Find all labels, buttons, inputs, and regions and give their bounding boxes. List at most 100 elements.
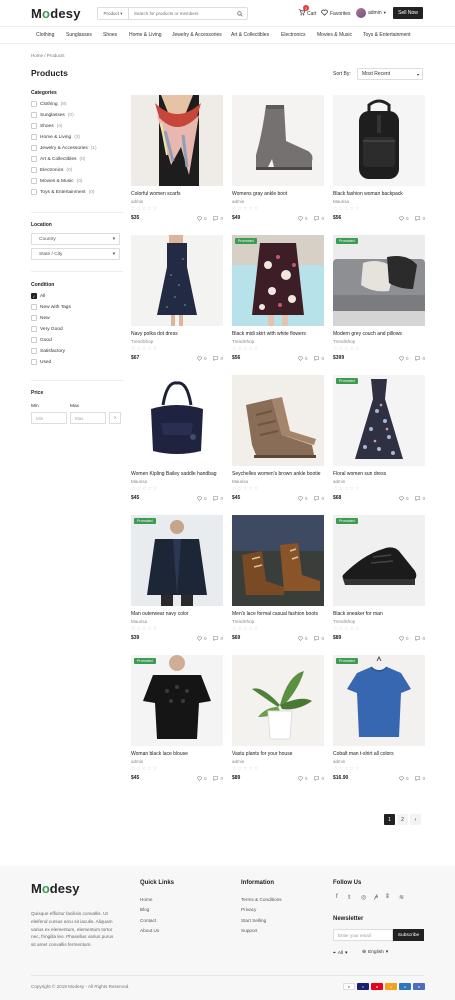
product-card[interactable]: Vastu plants for your house admin ☆☆☆☆☆ $89… [232,655,324,781]
product-image[interactable] [232,375,324,466]
checkbox[interactable] [31,189,37,195]
checkbox[interactable] [31,167,37,173]
comment-icon[interactable] [314,635,320,641]
footer-link-blog[interactable]: Blog [140,907,149,912]
newsletter-email-input[interactable]: Enter your email [333,929,393,941]
checkbox[interactable] [31,304,37,310]
product-image[interactable]: Promoted [333,515,425,606]
price-max-input[interactable]: Max [70,412,106,424]
nav-item-electronics[interactable]: Electronics [281,32,305,38]
nav-item-clothing[interactable]: Clothing [36,32,54,38]
sell-now-button[interactable]: Sell Now [393,7,423,19]
page-1-button[interactable]: 1 [384,814,395,825]
product-image[interactable]: Promoted [333,375,425,466]
product-card[interactable]: Black fashion woman backpack Maurisa ☆☆☆☆☆… [333,95,425,221]
language-select[interactable]: ⊕ English ▾ [362,950,388,955]
checkbox[interactable] [31,348,37,354]
heart-icon[interactable] [197,355,202,361]
cart-link[interactable]: 2 Cart [298,5,316,18]
product-card[interactable]: Women Kipling Bailey saddle handbag Mauri… [131,375,223,501]
region-select[interactable]: ⌖ All ▾ [333,950,347,957]
comment-icon[interactable] [415,635,421,641]
comment-icon[interactable] [213,775,219,781]
heart-icon[interactable] [298,635,303,641]
comment-icon[interactable] [213,495,219,501]
product-card[interactable]: Navy polka dot dress TrendShop ☆☆☆☆☆ $67 0 0 [131,235,223,361]
checkbox[interactable] [31,359,37,365]
product-card[interactable]: Promoted Floral women sun dress admin ☆☆☆☆☆… [333,375,425,501]
product-image[interactable]: Promoted [131,515,223,606]
category-filter-item[interactable]: Sunglasses (0) [31,112,74,118]
heart-icon[interactable] [399,635,404,641]
heart-icon[interactable] [298,215,303,221]
comment-icon[interactable] [415,215,421,221]
search-category-select[interactable]: Product ▾ [98,8,129,19]
checkbox[interactable] [31,145,37,151]
condition-filter-item[interactable]: New [31,315,50,321]
nav-item-sunglasses[interactable]: Sunglasses [66,32,92,38]
product-image[interactable] [232,655,324,746]
product-card[interactable]: Colorful women scarfs admin ☆☆☆☆☆ $35 0 0 [131,95,223,221]
comment-icon[interactable] [314,355,320,361]
checkbox[interactable] [31,326,37,332]
category-filter-item[interactable]: Shoes (4) [31,123,62,129]
heart-icon[interactable] [399,355,404,361]
instagram-icon[interactable]: ◎ [361,894,366,901]
product-title[interactable]: Floral women sun dress [333,471,425,477]
product-image[interactable] [131,95,223,186]
next-page-button[interactable]: › [410,814,421,825]
state-city-select[interactable]: State / City ▾ [31,248,120,260]
comment-icon[interactable] [213,215,219,221]
heart-icon[interactable] [197,495,202,501]
checkbox[interactable] [31,123,37,129]
product-card[interactable]: Promoted Cobalt man t-shirt all colors adm… [333,655,425,781]
product-seller[interactable]: admin [333,479,425,484]
footer-link-start-selling[interactable]: Start Selling [241,918,266,923]
country-select[interactable]: Country ▾ [31,233,120,245]
heart-icon[interactable] [197,775,202,781]
footer-link-support[interactable]: Support [241,928,257,933]
comment-icon[interactable] [314,215,320,221]
footer-link-about[interactable]: About Us [140,928,159,933]
comment-icon[interactable] [314,775,320,781]
checkbox[interactable] [31,156,37,162]
footer-link-terms[interactable]: Terms & Conditions [241,897,282,902]
comment-icon[interactable] [415,355,421,361]
heart-icon[interactable] [197,635,202,641]
product-seller[interactable]: Maurisa [131,479,223,484]
category-filter-item[interactable]: Home & Living (3) [31,134,80,140]
nav-item-toys[interactable]: Toys & Entertainment [363,32,411,38]
category-filter-item[interactable]: Toys & Entertainment (0) [31,189,94,195]
product-seller[interactable]: TrendShop [232,619,324,624]
product-image[interactable] [333,95,425,186]
heart-icon[interactable] [399,495,404,501]
product-seller[interactable]: TrendShop [333,339,425,344]
category-filter-item[interactable]: Jewelry & Accessories (1) [31,145,97,151]
checkbox[interactable] [31,337,37,343]
sort-select[interactable]: Most Recent ▾ [357,68,423,80]
product-image[interactable] [131,235,223,326]
nav-item-art[interactable]: Art & Collectibles [231,32,269,38]
nav-item-movies-music[interactable]: Movies & Music [317,32,352,38]
product-seller[interactable]: TrendShop [333,619,425,624]
product-title[interactable]: Womens gray ankle boot [232,191,324,197]
product-seller[interactable]: admin [232,199,324,204]
checkbox[interactable] [31,315,37,321]
site-logo[interactable]: Modesy [31,6,81,21]
breadcrumb[interactable]: Home / Products [31,53,65,58]
product-title[interactable]: Cobalt man t-shirt all colors [333,751,425,757]
twitter-icon[interactable]: 𝕥 [348,894,351,901]
checkbox[interactable]: ✓ [31,293,37,299]
product-title[interactable]: Woman black lace blouse [131,751,223,757]
pinterest-icon[interactable]: 𝓅 [374,894,378,901]
subscribe-button[interactable]: Subscribe [393,929,424,941]
checkbox[interactable] [31,134,37,140]
checkbox[interactable] [31,178,37,184]
product-title[interactable]: Navy polka dot dress [131,331,223,337]
condition-filter-item[interactable]: New with Tags [31,304,71,310]
product-seller[interactable]: TrendShop [232,339,324,344]
price-min-input[interactable]: Min [31,412,67,424]
product-image[interactable]: Promoted [333,655,425,746]
user-menu[interactable]: admin ▾ [356,8,386,18]
heart-icon[interactable] [298,355,303,361]
